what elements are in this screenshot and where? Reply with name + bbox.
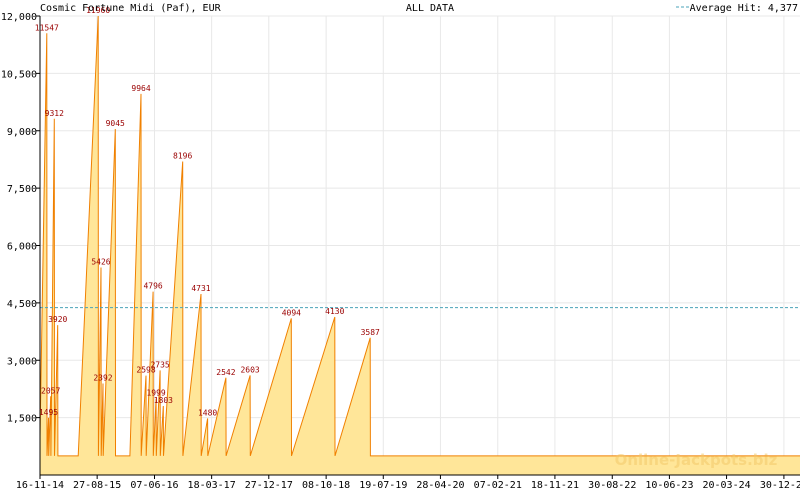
x-tick-label: 30-08-22 [588, 480, 636, 490]
peak-data-label: 2735 [150, 360, 169, 369]
x-tick-label: 19-07-19 [359, 480, 407, 490]
peak-data-label: 1480 [198, 408, 217, 417]
x-tick-label: 10-06-23 [645, 480, 693, 490]
peak-data-label: 1495 [39, 408, 58, 417]
y-tick-label: 4,500 [7, 299, 37, 310]
peak-data-label: 4130 [325, 307, 344, 316]
y-tick-label: 6,000 [7, 242, 37, 253]
peak-data-label: 3920 [48, 315, 67, 324]
peak-data-label: 9045 [106, 119, 125, 128]
peak-data-label: 5426 [91, 257, 110, 266]
y-tick-label: 1,500 [7, 414, 37, 425]
chart-scope-label: ALL DATA [406, 3, 454, 14]
jackpot-history-chart: 1,500 3,000 4,500 6,000 7,500 9,000 10,500 12,0… [0, 0, 800, 490]
peak-data-label: 8196 [173, 152, 192, 161]
peak-data-label: 4094 [282, 308, 301, 317]
x-tick-label: 28-04-20 [416, 480, 464, 490]
peak-data-label: 4796 [143, 282, 162, 291]
x-tick-label: 18-11-21 [531, 480, 579, 490]
peak-data-label: 2057 [41, 386, 60, 395]
x-tick-label: 27-12-17 [245, 480, 293, 490]
x-tick-label: 07-06-16 [130, 480, 178, 490]
peak-data-label: 4731 [191, 284, 210, 293]
x-tick-label: 18-03-17 [188, 480, 236, 490]
y-tick-label: 3,000 [7, 356, 37, 367]
y-tick-label: 12,000 [1, 12, 37, 23]
y-tick-label: 9,000 [7, 127, 37, 138]
x-tick-label: 27-08-15 [73, 480, 121, 490]
average-legend-label: Average Hit: 4,377 [690, 3, 798, 14]
peak-data-label: 9964 [131, 84, 150, 93]
peak-data-label: 9312 [45, 109, 64, 118]
x-tick-label: 20-03-24 [702, 480, 750, 490]
peak-data-label: 11547 [35, 23, 59, 32]
watermark: Online-Jackpots.biz [615, 451, 778, 469]
x-tick-label: 08-10-18 [302, 480, 350, 490]
peak-data-label: 2392 [93, 374, 112, 383]
x-tick-label: 30-12-24 [760, 480, 800, 490]
peak-data-label: 1803 [154, 396, 173, 405]
grid-lines [39, 15, 800, 475]
chart-title: Cosmic Fortune Midi (Paf), EUR [40, 3, 222, 14]
x-tick-label: 16-11-14 [16, 480, 64, 490]
peak-data-label: 2603 [240, 365, 259, 374]
chart-canvas: 1,500 3,000 4,500 6,000 7,500 9,000 10,500 12,0… [1, 3, 800, 490]
peak-data-label: 2542 [216, 368, 235, 377]
y-tick-label: 10,500 [1, 69, 37, 80]
x-tick-label: 07-02-21 [474, 480, 522, 490]
peak-data-label: 3587 [361, 328, 380, 337]
y-tick-label: 7,500 [7, 184, 37, 195]
